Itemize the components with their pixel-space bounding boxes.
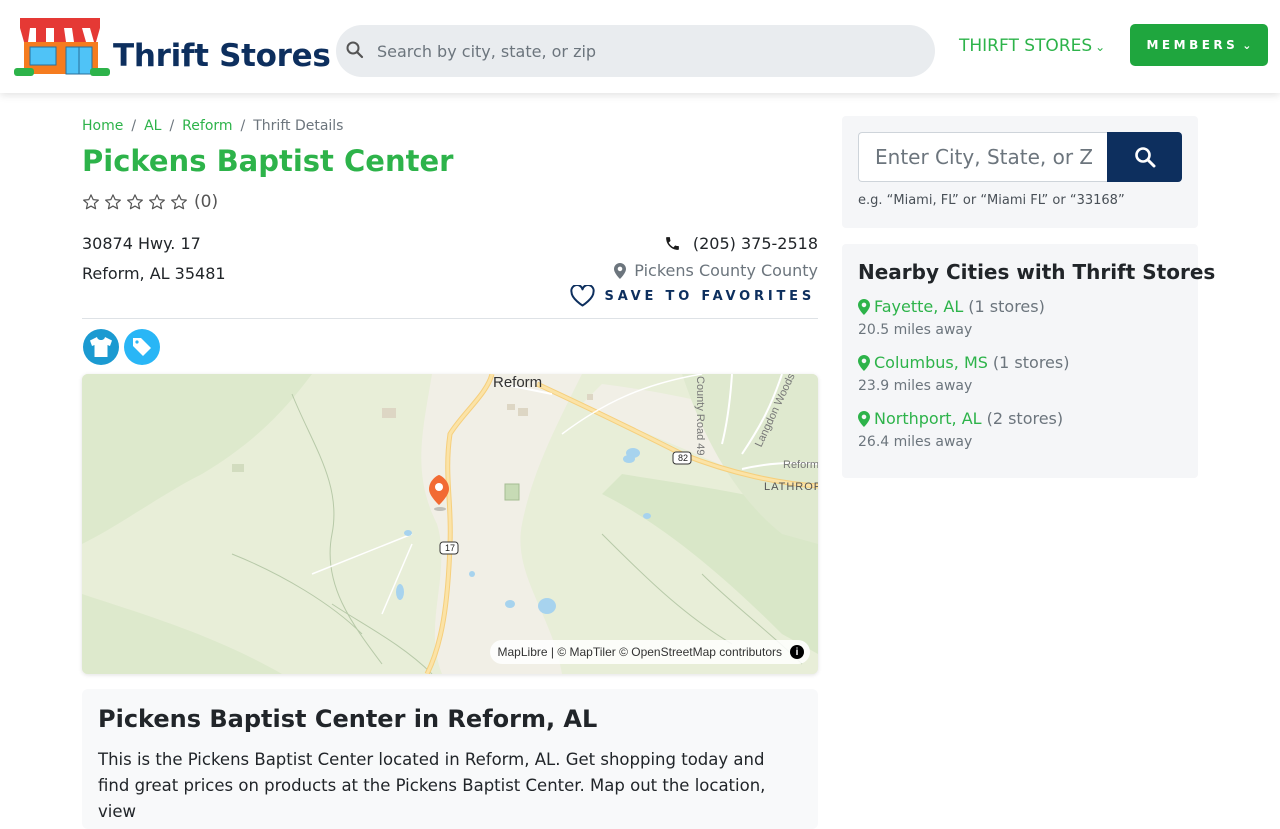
- members-button[interactable]: MEMBERS ⌄: [1130, 24, 1268, 66]
- save-to-favorites-label: SAVE TO FAVORITES: [604, 288, 815, 304]
- page-title: Pickens Baptist Center: [82, 144, 454, 178]
- phone-link[interactable]: (205) 375-2518: [664, 234, 818, 253]
- map-attribution: MapLibre | © MapTiler © OpenStreetMap co…: [489, 640, 810, 664]
- info-icon[interactable]: i: [790, 645, 804, 659]
- breadcrumb-current: Thrift Details: [253, 118, 344, 134]
- sidebar-search: e.g. “Miami, FL” or “Miami FL” or “33168…: [842, 116, 1198, 228]
- store-map[interactable]: Reform County Road 49 Langdon Woods R Re…: [82, 374, 818, 674]
- map-label-road49: County Road 49: [694, 376, 706, 456]
- breadcrumb-city[interactable]: Reform: [182, 118, 232, 134]
- map-marker-icon: [858, 410, 870, 427]
- star-outline-icon: [171, 194, 187, 210]
- map-label-lathrop: LATHROP: [764, 481, 818, 493]
- county: Pickens County County: [614, 261, 818, 280]
- map-marker-icon: [858, 354, 870, 371]
- tag-category[interactable]: [124, 329, 160, 365]
- nav-thrift-stores-dropdown[interactable]: THIRFT STORES ⌄: [959, 36, 1105, 56]
- save-to-favorites-button[interactable]: SAVE TO FAVORITES: [569, 285, 815, 307]
- address-line2: Reform, AL 35481: [82, 264, 226, 283]
- nearby-city-item: Fayette, AL (1 stores) 20.5 miles away: [858, 297, 1045, 338]
- nearby-city-item: Northport, AL (2 stores) 26.4 miles away: [858, 409, 1063, 450]
- nearby-city-distance: 20.5 miles away: [858, 322, 973, 338]
- phone-icon: [665, 237, 679, 250]
- nearby-city-distance: 23.9 miles away: [858, 378, 973, 394]
- breadcrumb-separator: /: [240, 118, 246, 134]
- tshirt-icon: [90, 337, 112, 357]
- map-label-reform-road: Reform: [783, 459, 818, 471]
- nav-thrift-stores-label: THIRFT STORES: [959, 36, 1093, 56]
- nearby-city-count: (1 stores): [968, 297, 1045, 316]
- nearby-city-link[interactable]: Fayette, AL: [874, 297, 963, 316]
- description-text: This is the Pickens Baptist Center locat…: [98, 750, 766, 821]
- members-label: MEMBERS: [1146, 38, 1239, 52]
- nearby-city-link[interactable]: Northport, AL: [874, 409, 982, 428]
- breadcrumb-separator: /: [169, 118, 175, 134]
- star-outline-icon: [149, 194, 165, 210]
- sidebar-search-button[interactable]: [1107, 132, 1182, 182]
- nearby-city-count: (2 stores): [986, 409, 1064, 428]
- county-name: Pickens County County: [634, 261, 818, 280]
- star-rating[interactable]: (0): [82, 192, 218, 212]
- address-line1: 30874 Hwy. 17: [82, 234, 201, 253]
- map-background: [82, 374, 818, 674]
- header-search: [336, 25, 935, 77]
- brand-name[interactable]: Thrift Stores: [113, 38, 331, 74]
- nearby-city-link[interactable]: Columbus, MS: [874, 353, 988, 372]
- nearby-cities-panel: Nearby Cities with Thrift Stores Fayette…: [842, 244, 1216, 478]
- nearby-city-count: (1 stores): [992, 353, 1070, 372]
- map-marker-icon: [858, 298, 870, 315]
- search-icon: [346, 41, 364, 59]
- header-search-input[interactable]: [377, 38, 917, 64]
- logo[interactable]: [14, 14, 110, 78]
- tag-icon: [133, 338, 151, 356]
- nearby-city-item: Columbus, MS (1 stores) 23.9 miles away: [858, 353, 1069, 394]
- breadcrumb-state[interactable]: AL: [144, 118, 161, 134]
- breadcrumb: Home / AL / Reform / Thrift Details: [82, 118, 343, 134]
- map-marker-icon: [614, 262, 627, 279]
- chevron-down-icon: ⌄: [1242, 38, 1252, 52]
- star-outline-icon: [105, 194, 121, 210]
- description-card: Pickens Baptist Center in Reform, AL Thi…: [82, 689, 818, 829]
- map-label-hwy17: 17: [444, 543, 455, 553]
- breadcrumb-home[interactable]: Home: [82, 118, 123, 134]
- breadcrumb-separator: /: [131, 118, 137, 134]
- description-title: Pickens Baptist Center in Reform, AL: [98, 705, 598, 733]
- map-label-hwy82: 82: [677, 453, 688, 463]
- phone-number: (205) 375-2518: [692, 234, 818, 253]
- heart-outline-icon: [569, 285, 595, 307]
- star-outline-icon: [83, 194, 99, 210]
- clothing-category[interactable]: [83, 329, 119, 365]
- star-outline-icon: [127, 194, 143, 210]
- map-label-town: Reform: [493, 374, 543, 391]
- nearby-city-distance: 26.4 miles away: [858, 434, 973, 450]
- chevron-down-icon: ⌄: [1095, 40, 1106, 54]
- storefront-icon: [14, 18, 110, 76]
- divider: [82, 318, 818, 319]
- search-icon: [1134, 147, 1155, 168]
- nearby-cities-title: Nearby Cities with Thrift Stores: [858, 260, 1216, 284]
- map-attribution-text[interactable]: MapLibre | © MapTiler © OpenStreetMap co…: [498, 645, 782, 659]
- sidebar-search-hint: e.g. “Miami, FL” or “Miami FL” or “33168…: [858, 193, 1125, 208]
- rating-count: (0): [194, 192, 219, 212]
- sidebar-search-input[interactable]: [858, 132, 1108, 182]
- site-header: Thrift Stores THIRFT STORES⌄ MEMBERS⌄: [0, 0, 1280, 93]
